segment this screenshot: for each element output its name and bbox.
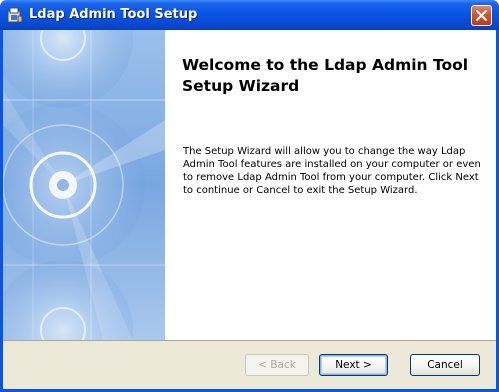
button-bar: < Back Next > Cancel <box>3 340 496 389</box>
wizard-banner-image <box>3 30 165 340</box>
window-title: Ldap Admin Tool Setup <box>29 7 198 22</box>
back-button[interactable]: < Back <box>245 354 309 376</box>
welcome-panel: Welcome to the Ldap Admin Tool Setup Wiz… <box>165 30 496 340</box>
wizard-client-area: Welcome to the Ldap Admin Tool Setup Wiz… <box>3 30 496 389</box>
close-button[interactable] <box>471 5 492 26</box>
welcome-description: The Setup Wizard will allow you to chang… <box>183 146 481 196</box>
title-bar[interactable]: Ldap Admin Tool Setup <box>0 0 499 30</box>
welcome-heading: Welcome to the Ldap Admin Tool Setup Wiz… <box>182 56 469 95</box>
next-button[interactable]: Next > <box>319 354 388 376</box>
cancel-button[interactable]: Cancel <box>410 354 480 376</box>
setup-window: Ldap Admin Tool Setup Welcome to the Lda… <box>0 0 499 392</box>
close-icon <box>475 9 488 22</box>
installer-icon <box>6 6 24 24</box>
